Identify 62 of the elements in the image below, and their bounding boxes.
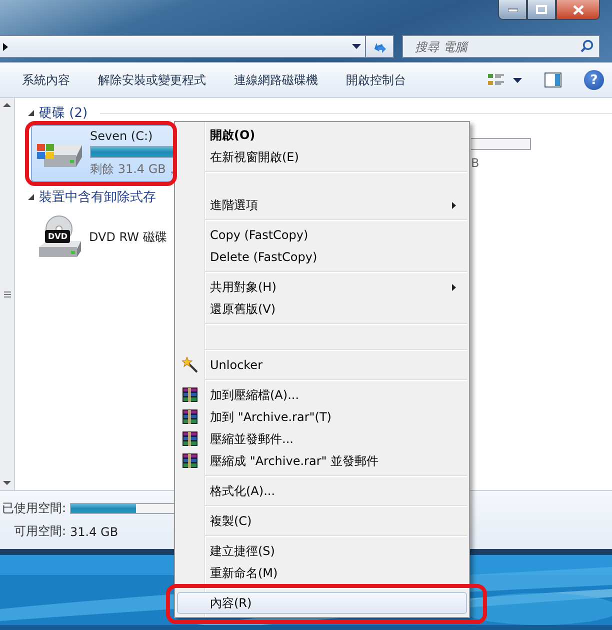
maximize-icon <box>536 5 547 14</box>
menu-item[interactable]: 共用對象(H) <box>177 276 467 298</box>
drive-tile[interactable]: Seven (C:) 剩餘 31.4 GB， <box>31 125 175 182</box>
group-header[interactable]: 硬碟 (2) <box>39 104 88 122</box>
drive-tile[interactable]: B <box>471 125 541 182</box>
menu-item[interactable]: 在新視窗開啟(E) <box>177 146 467 168</box>
search-icon <box>580 39 594 53</box>
menu-item[interactable]: 加到壓縮檔(A)... <box>177 384 467 406</box>
books-stack-icon <box>182 453 198 469</box>
minimize-icon <box>508 8 518 12</box>
menu-item[interactable]: 還原舊版(V) <box>177 298 467 320</box>
menu-item[interactable]: 格式化(A)... <box>177 480 467 502</box>
menu-item[interactable]: Delete (FastCopy) <box>177 246 467 268</box>
toolbar-button[interactable]: 連線網路磁碟機 <box>226 68 326 92</box>
drive-name: Seven (C:) <box>90 129 154 143</box>
menu-item[interactable]: Unlocker <box>177 354 467 376</box>
address-bar[interactable] <box>0 35 366 58</box>
chevron-right-icon <box>3 42 8 50</box>
dropdown-caret-icon[interactable] <box>513 78 522 82</box>
usage-bar <box>471 138 531 150</box>
close-button[interactable] <box>556 0 600 20</box>
close-icon <box>572 4 584 14</box>
toolbar-button[interactable]: 開啟控制台 <box>338 68 414 92</box>
toolbar-button[interactable]: 解除安裝或變更程式 <box>90 68 214 92</box>
menu-item[interactable]: 開啟(O) <box>177 124 467 146</box>
field-label: 已使用空間: <box>0 500 66 517</box>
menu-item[interactable]: 複製(C) <box>177 510 467 532</box>
dropdown-caret-icon <box>352 44 361 49</box>
field-label: 可用空間: <box>12 523 66 540</box>
refresh-button[interactable] <box>366 35 394 58</box>
drive-tile[interactable]: DVD DVD RW 磁碟 <box>31 209 175 266</box>
menu-item[interactable]: 進階選項 <box>177 194 467 216</box>
menu-item[interactable]: 壓縮並發郵件... <box>177 428 467 450</box>
collapse-arrow-icon[interactable] <box>27 109 35 117</box>
group-header[interactable]: 裝置中含有卸除式存 <box>39 188 156 206</box>
books-stack-icon <box>182 387 198 403</box>
menu-item[interactable]: 壓縮成 "Archive.rar" 並發郵件 <box>177 450 467 472</box>
preview-pane-icon[interactable] <box>544 72 562 88</box>
free-space-text: 剩餘 31.4 GB， <box>90 161 174 178</box>
menu-item[interactable]: 內容(R) <box>177 592 467 614</box>
submenu-arrow-icon <box>452 202 456 208</box>
books-stack-icon <box>182 431 198 447</box>
submenu-arrow-icon <box>452 284 456 290</box>
menu-item[interactable]: 重新命名(M) <box>177 562 467 584</box>
search-field[interactable]: 搜尋 電腦 <box>402 35 600 58</box>
help-button[interactable]: ? <box>584 70 604 90</box>
drive-name: DVD RW 磁碟 <box>89 229 168 246</box>
scroll-grip-icon[interactable] <box>4 290 10 298</box>
view-options-icon[interactable] <box>487 72 505 88</box>
field-value: 31.4 GB <box>70 524 120 538</box>
scrollbar[interactable] <box>0 98 15 490</box>
menu-item[interactable]: 建立捷徑(S) <box>177 540 467 562</box>
menu-item[interactable]: 加到 "Archive.rar"(T) <box>177 406 467 428</box>
dvd-label: DVD <box>45 230 70 242</box>
minimize-button[interactable] <box>498 0 527 20</box>
collapse-arrow-icon[interactable] <box>27 193 35 201</box>
books-stack-icon <box>182 409 198 425</box>
maximize-button[interactable] <box>527 0 556 20</box>
toolbar-button[interactable]: 系統內容 <box>14 68 78 92</box>
free-space-text: B <box>471 156 480 170</box>
menu-item[interactable]: Copy (FastCopy) <box>177 224 467 246</box>
magic-wand-icon <box>182 357 198 373</box>
